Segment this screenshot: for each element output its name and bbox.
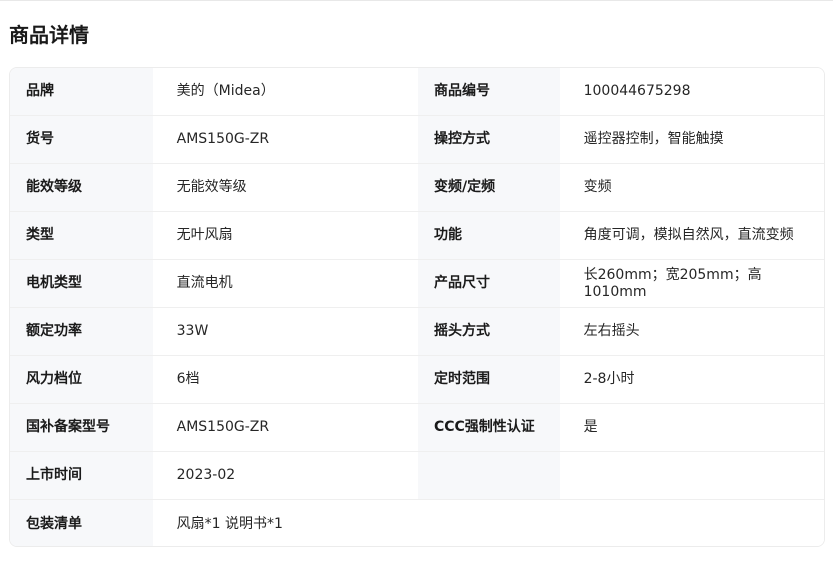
spec-label: CCC强制性认证 xyxy=(417,404,560,451)
spec-label: 风力档位 xyxy=(10,356,153,403)
spec-value: 2023-02 xyxy=(152,452,418,499)
spec-row: 品牌 美的（Midea） 商品编号 100044675298 xyxy=(10,68,824,116)
spec-row: 电机类型 直流电机 产品尺寸 长260mm；宽205mm；高1010mm xyxy=(10,260,824,308)
spec-label: 产品尺寸 xyxy=(417,260,560,307)
spec-label: 额定功率 xyxy=(10,308,153,355)
spec-label: 操控方式 xyxy=(417,116,560,163)
spec-value: 无叶风扇 xyxy=(152,212,418,259)
spec-label: 国补备案型号 xyxy=(10,404,153,451)
spec-value-empty xyxy=(559,452,824,499)
spec-label: 包装清单 xyxy=(10,500,153,546)
spec-value: AMS150G-ZR xyxy=(152,116,418,163)
spec-label: 能效等级 xyxy=(10,164,153,211)
spec-value: 美的（Midea） xyxy=(152,68,418,115)
spec-value: 2-8小时 xyxy=(559,356,824,403)
spec-label: 类型 xyxy=(10,212,153,259)
spec-value: 100044675298 xyxy=(559,68,824,115)
spec-row: 类型 无叶风扇 功能 角度可调，模拟自然风，直流变频 xyxy=(10,212,824,260)
spec-row: 风力档位 6档 定时范围 2-8小时 xyxy=(10,356,824,404)
spec-value: 是 xyxy=(559,404,824,451)
spec-label: 商品编号 xyxy=(417,68,560,115)
spec-value: 33W xyxy=(152,308,418,355)
spec-value: 风扇*1 说明书*1 xyxy=(152,500,824,546)
spec-value: 左右摇头 xyxy=(559,308,824,355)
spec-label: 品牌 xyxy=(10,68,153,115)
spec-row: 额定功率 33W 摇头方式 左右摇头 xyxy=(10,308,824,356)
spec-value: 无能效等级 xyxy=(152,164,418,211)
spec-value: 变频 xyxy=(559,164,824,211)
spec-row: 上市时间 2023-02 xyxy=(10,452,824,500)
spec-value: 遥控器控制，智能触摸 xyxy=(559,116,824,163)
spec-label: 定时范围 xyxy=(417,356,560,403)
spec-label: 功能 xyxy=(417,212,560,259)
spec-row: 能效等级 无能效等级 变频/定频 变频 xyxy=(10,164,824,212)
spec-label: 电机类型 xyxy=(10,260,153,307)
spec-row: 货号 AMS150G-ZR 操控方式 遥控器控制，智能触摸 xyxy=(10,116,824,164)
spec-value: 6档 xyxy=(152,356,418,403)
spec-label: 变频/定频 xyxy=(417,164,560,211)
spec-value: AMS150G-ZR xyxy=(152,404,418,451)
spec-value: 角度可调，模拟自然风，直流变频 xyxy=(559,212,824,259)
spec-label: 货号 xyxy=(10,116,153,163)
spec-label: 摇头方式 xyxy=(417,308,560,355)
spec-row-packing-list: 包装清单 风扇*1 说明书*1 xyxy=(10,500,824,546)
top-divider xyxy=(0,0,833,1)
spec-value: 长260mm；宽205mm；高1010mm xyxy=(559,260,824,307)
spec-value: 直流电机 xyxy=(152,260,418,307)
spec-label-empty xyxy=(417,452,560,499)
spec-table: 品牌 美的（Midea） 商品编号 100044675298 货号 AMS150… xyxy=(9,67,825,547)
spec-label: 上市时间 xyxy=(10,452,153,499)
section-title: 商品详情 xyxy=(9,23,89,47)
spec-row: 国补备案型号 AMS150G-ZR CCC强制性认证 是 xyxy=(10,404,824,452)
